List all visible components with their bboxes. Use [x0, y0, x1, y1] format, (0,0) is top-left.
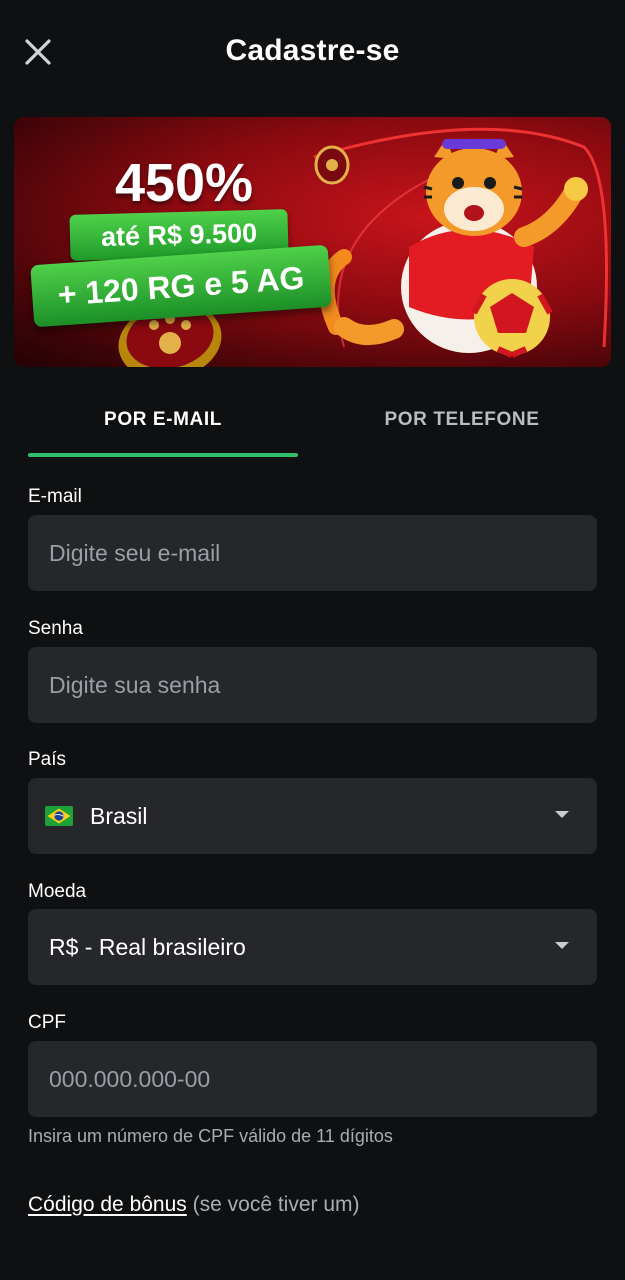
bonus-code-link[interactable]: Código de bônus: [28, 1193, 187, 1216]
bonus-code-row: Código de bônus (se você tiver um): [28, 1193, 360, 1217]
email-label: E-mail: [28, 486, 82, 507]
banner-percent: 450%: [114, 153, 254, 213]
country-select[interactable]: Brasil: [28, 778, 597, 854]
currency-value: R$ - Real brasileiro: [49, 933, 246, 960]
bonus-code-note: (se você tiver um): [192, 1193, 360, 1216]
tab-email[interactable]: POR E-MAIL: [28, 385, 298, 455]
cpf-field-container: [28, 1041, 597, 1117]
page-title: Cadastre-se: [225, 34, 400, 67]
country-value: Brasil: [90, 802, 148, 829]
email-field-container: [28, 515, 597, 591]
brazil-flag-icon: [45, 806, 73, 826]
chevron-down-icon: [555, 811, 569, 818]
chevron-down-icon: [555, 942, 569, 949]
currency-select[interactable]: R$ - Real brasileiro: [28, 909, 597, 985]
promo-banner[interactable]: 450% até R$ 9.500 + 120 RG e 5 AG: [14, 117, 611, 367]
coin-icon: [314, 145, 350, 185]
cpf-label: CPF: [28, 1012, 66, 1033]
currency-label: Moeda: [28, 881, 87, 902]
register-method-tabs: POR E-MAIL POR TELEFONE: [28, 385, 597, 457]
cpf-hint: Insira um número de CPF válido de 11 díg…: [28, 1126, 393, 1146]
password-field-container: [28, 647, 597, 723]
active-tab-indicator: [28, 453, 298, 457]
header: Cadastre-se: [0, 0, 625, 104]
password-label: Senha: [28, 618, 83, 639]
soccer-ball-icon: [471, 279, 553, 358]
password-field[interactable]: [49, 671, 597, 699]
country-label: País: [28, 749, 67, 770]
email-field[interactable]: [49, 539, 597, 567]
tab-phone[interactable]: POR TELEFONE: [327, 385, 597, 455]
cpf-field[interactable]: [49, 1065, 597, 1093]
